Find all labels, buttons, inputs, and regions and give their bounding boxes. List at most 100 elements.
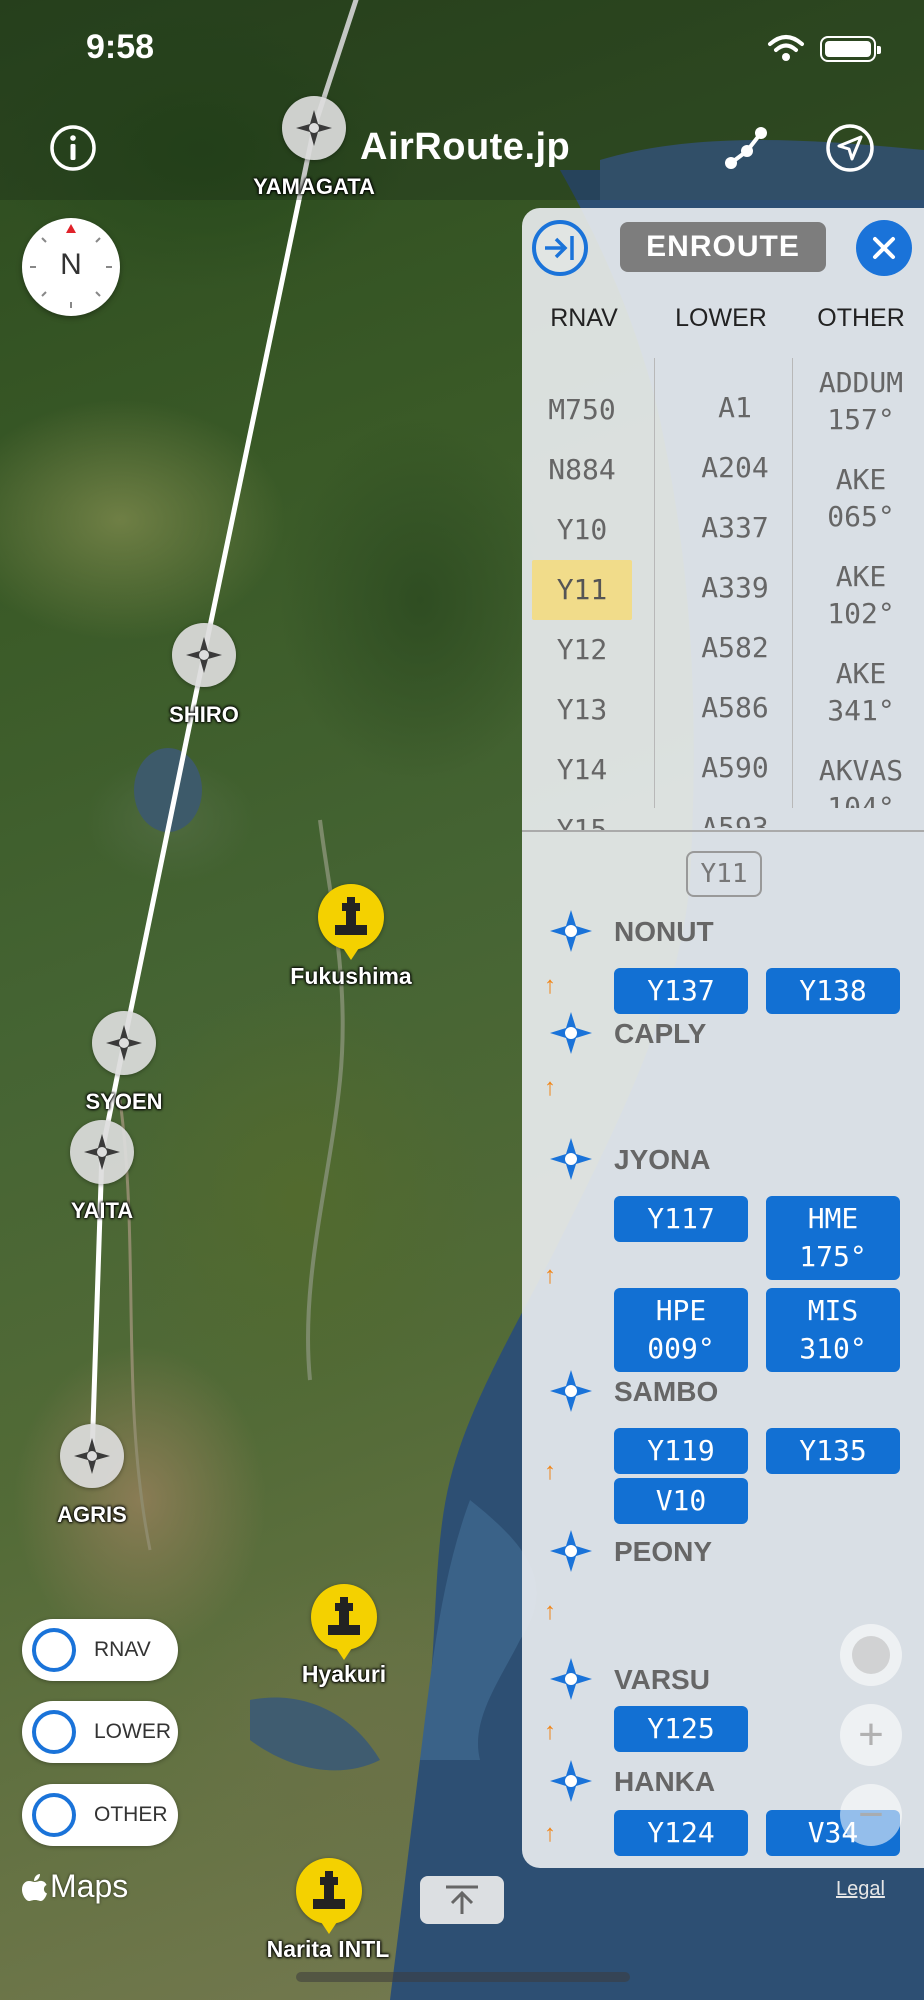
- fix-name[interactable]: PEONY: [614, 1536, 712, 1568]
- airport-narita[interactable]: [296, 1858, 362, 1934]
- airway-button[interactable]: Y138: [766, 968, 900, 1014]
- other-item-name: AKVAS: [818, 754, 904, 787]
- waypoint-label: YAITA: [70, 1198, 134, 1223]
- other-item[interactable]: ADDUM 157°: [798, 358, 924, 455]
- compass-label: N: [60, 248, 82, 281]
- lower-item[interactable]: A1: [668, 378, 802, 438]
- lower-list[interactable]: A1 A204 A337 A339 A582 A586 A590 A593: [668, 378, 802, 828]
- status-time: 9:58: [86, 28, 155, 66]
- toggle-lower[interactable]: LOWER: [22, 1701, 178, 1763]
- status-icons: [766, 34, 881, 64]
- airway-button[interactable]: V10: [614, 1478, 748, 1524]
- direction-arrow-icon: ↑: [544, 1820, 556, 1847]
- rnav-item[interactable]: N884: [532, 440, 632, 500]
- other-item[interactable]: AKE 341°: [798, 649, 924, 746]
- direction-arrow-icon: ↑: [544, 1074, 556, 1101]
- lower-item[interactable]: A586: [668, 678, 802, 738]
- column-header-other: OTHER: [817, 304, 905, 332]
- toggle-rnav-label: RNAV: [94, 1638, 151, 1661]
- waypoint-shiro[interactable]: [172, 623, 236, 687]
- waypoint-agris[interactable]: [60, 1424, 124, 1488]
- waypoint-label: SYOEN: [85, 1089, 163, 1114]
- close-panel-button[interactable]: [856, 220, 912, 276]
- lower-item[interactable]: A339: [668, 558, 802, 618]
- airway-button[interactable]: Y135: [766, 1428, 900, 1474]
- rnav-item[interactable]: Y15: [532, 800, 632, 830]
- maps-label: Maps: [50, 1868, 129, 1904]
- airport-label: Narita INTL: [266, 1936, 390, 1962]
- waypoint-label: SHIRO: [169, 702, 239, 727]
- column-divider: [792, 358, 793, 808]
- map-type-button[interactable]: [840, 1624, 902, 1686]
- expand-sheet-button[interactable]: [420, 1876, 504, 1924]
- fix-waypoint-icon: [550, 1012, 592, 1054]
- locate-button[interactable]: [822, 120, 878, 176]
- fix-name[interactable]: JYONA: [614, 1144, 710, 1176]
- rnav-item[interactable]: Y12: [532, 620, 632, 680]
- compass-button[interactable]: N: [22, 218, 120, 316]
- toggle-other-label: OTHER: [94, 1803, 168, 1826]
- toggle-rnav[interactable]: RNAV: [22, 1619, 178, 1681]
- fix-waypoint-icon: [550, 1658, 592, 1700]
- lower-item[interactable]: A582: [668, 618, 802, 678]
- zoom-in-button[interactable]: +: [840, 1704, 902, 1766]
- fix-name[interactable]: HANKA: [614, 1766, 715, 1798]
- waypoint-icon: [106, 1025, 142, 1061]
- fix-waypoint-icon: [550, 1370, 592, 1412]
- zoom-out-button[interactable]: −: [840, 1784, 902, 1846]
- rnav-item[interactable]: Y11: [532, 560, 632, 620]
- route-button[interactable]: [718, 120, 774, 176]
- waypoint-yaita[interactable]: [70, 1120, 134, 1184]
- toggle-lower-label: LOWER: [94, 1720, 172, 1743]
- waypoint-yamagata[interactable]: [282, 96, 346, 160]
- airway-button[interactable]: Y124: [614, 1810, 748, 1856]
- other-item-course: 157°: [827, 403, 895, 436]
- lower-item[interactable]: A337: [668, 498, 802, 558]
- waypoint-icon: [74, 1438, 110, 1474]
- collapse-panel-button[interactable]: [532, 220, 588, 276]
- airport-fukushima[interactable]: [318, 884, 384, 960]
- rnav-item[interactable]: Y10: [532, 500, 632, 560]
- airport-label: Hyakuri: [301, 1661, 387, 1687]
- other-item[interactable]: AKE 065°: [798, 455, 924, 552]
- fix-waypoint-icon: [550, 1138, 592, 1180]
- airway-button[interactable]: Y137: [614, 968, 748, 1014]
- legal-link[interactable]: Legal: [836, 1878, 885, 1901]
- rnav-item[interactable]: M750: [532, 380, 632, 440]
- direction-arrow-icon: ↑: [544, 1458, 556, 1485]
- fix-name[interactable]: CAPLY: [614, 1018, 706, 1050]
- airway-button[interactable]: HPE 009°: [614, 1288, 748, 1372]
- other-item-course: 065°: [827, 500, 895, 533]
- lower-item[interactable]: A593: [668, 798, 802, 828]
- airway-button[interactable]: MIS 310°: [766, 1288, 900, 1372]
- rnav-item[interactable]: Y14: [532, 740, 632, 800]
- lower-item[interactable]: A204: [668, 438, 802, 498]
- rnav-item[interactable]: Y13: [532, 680, 632, 740]
- waypoint-icon: [296, 110, 332, 146]
- fix-waypoint-icon: [550, 910, 592, 952]
- waypoint-syoen[interactable]: [92, 1011, 156, 1075]
- airway-button[interactable]: Y125: [614, 1706, 748, 1752]
- other-list[interactable]: ADDUM 157° AKE 065° AKE 102° AKE 341° AKVAS 104°: [798, 358, 924, 808]
- direction-arrow-icon: ↑: [544, 1598, 556, 1625]
- fix-name[interactable]: VARSU: [614, 1664, 710, 1696]
- panel-header: ENROUTE: [522, 208, 924, 288]
- other-item-name: AKE: [835, 560, 887, 593]
- other-item-course: 102°: [827, 597, 895, 630]
- airport-hyakuri[interactable]: [311, 1584, 377, 1660]
- toggle-other[interactable]: OTHER: [22, 1784, 178, 1846]
- info-button[interactable]: [45, 120, 101, 176]
- waypoint-label: YAMAGATA: [253, 174, 375, 199]
- fix-name[interactable]: SAMBO: [614, 1376, 718, 1408]
- airport-label: Fukushima: [290, 963, 412, 989]
- toggle-lower-ring: [32, 1710, 76, 1754]
- column-header-rnav: RNAV: [550, 304, 618, 332]
- other-item[interactable]: AKVAS 104°: [798, 746, 924, 808]
- airway-button[interactable]: HME 175°: [766, 1196, 900, 1280]
- lower-item[interactable]: A590: [668, 738, 802, 798]
- fix-name[interactable]: NONUT: [614, 916, 714, 948]
- rnav-list[interactable]: M750 N884 Y10 Y11 Y12 Y13 Y14 Y15: [532, 380, 632, 830]
- airway-button[interactable]: Y119: [614, 1428, 748, 1474]
- airway-button[interactable]: Y117: [614, 1196, 748, 1242]
- other-item[interactable]: AKE 102°: [798, 552, 924, 649]
